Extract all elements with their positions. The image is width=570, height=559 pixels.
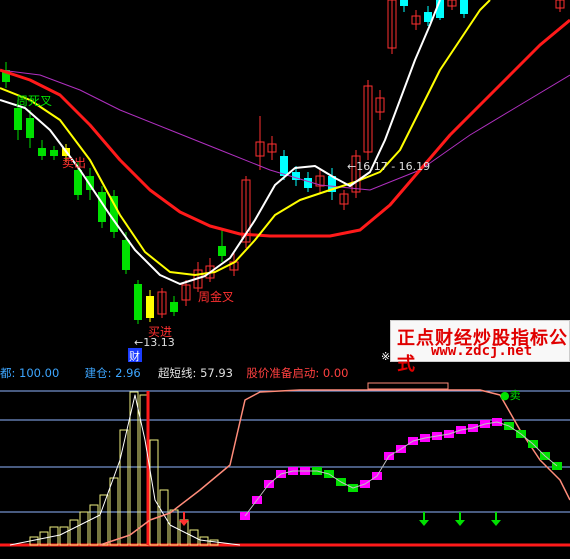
x-tag: ※ (381, 350, 390, 363)
hist-bar-3 (59, 526, 69, 546)
indicator-panel (0, 382, 570, 547)
candle-body-6 (74, 170, 82, 195)
cai-tag: 财 (129, 349, 140, 363)
candle-body-3 (38, 148, 46, 156)
status-item-1: 都: 100.00 (0, 366, 60, 380)
price-range-label: ←16.17 - 16.19 (347, 160, 430, 173)
sell-label-right: ●卖 (500, 389, 521, 402)
candle-body-1 (14, 108, 22, 130)
ma-white-line (0, 0, 441, 285)
status-item-4-value: 0.00 (322, 366, 349, 380)
status-item-4-label: 股价准备启动: (246, 366, 320, 380)
candle-body-18 (218, 246, 226, 256)
down-arrow-head-1 (455, 520, 465, 526)
down-arrow-head-2 (491, 520, 501, 526)
candle-body-4 (50, 150, 58, 156)
hist-bar-6 (89, 504, 99, 546)
candle-body-2 (26, 118, 34, 138)
sell-label-left: 卖出 (62, 156, 86, 170)
hist-bar-10 (129, 391, 139, 546)
ma-red-line (0, 18, 570, 238)
salmon-box (367, 382, 449, 390)
indicator-status-bar: 都: 100.00 建仓: 2.96 超短线: 57.93 股价准备启动: 0.… (0, 365, 570, 381)
stock-chart: 周死叉 卖出 周金叉 买进 ←13.13 ←16.17 - 16.19 财 ※ … (0, 0, 570, 547)
status-item-3-value: 57.93 (200, 366, 234, 380)
gold-cross-label: 周金叉 (198, 289, 234, 304)
status-item-2-label: 建仓: (84, 366, 112, 380)
low-price-label: ←13.13 (134, 336, 175, 349)
white-curve (9, 394, 241, 546)
death-cross-label: 周死叉 (16, 94, 52, 108)
status-item-2-value: 2.96 (115, 366, 141, 380)
hist-bar-13 (159, 489, 169, 546)
candle-body-33 (400, 0, 408, 6)
candle-body-25 (304, 178, 312, 188)
watermark-box: 正点财经炒股指标公式 www.zdcj.net (390, 320, 570, 375)
candle-body-11 (134, 284, 142, 320)
candle-body-12 (146, 296, 154, 318)
status-item-3-label: 超短线: (158, 366, 197, 380)
watermark-url: www.zdcj.net (431, 343, 533, 359)
hist-bar-4 (69, 519, 79, 546)
candle-body-10 (122, 240, 130, 270)
candle-body-14 (170, 302, 178, 312)
down-arrow-head-0 (419, 520, 429, 526)
candle-body-38 (460, 0, 468, 14)
hist-bar-5 (79, 511, 89, 546)
candle-body-9 (110, 196, 118, 232)
hist-bar-7 (99, 494, 109, 546)
hist-bar-9 (119, 429, 129, 546)
